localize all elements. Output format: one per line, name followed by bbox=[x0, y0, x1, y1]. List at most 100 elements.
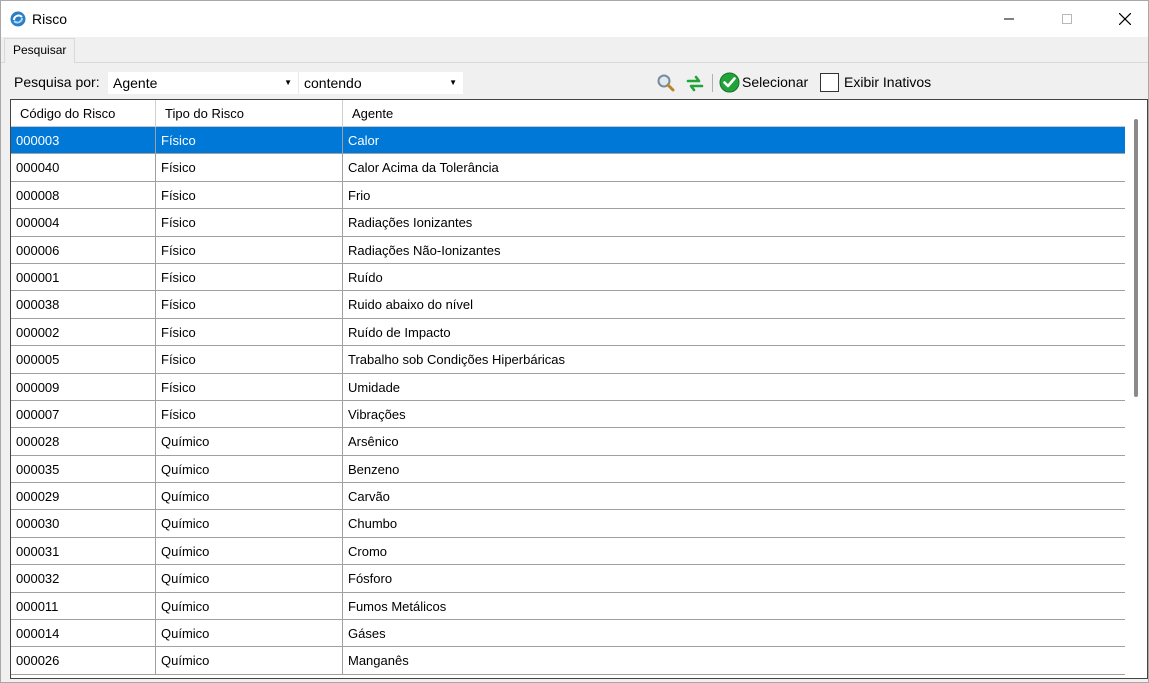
cell-tipo: Químico bbox=[156, 510, 343, 538]
cell-agente: Fósforo bbox=[348, 571, 393, 587]
scrollbar-thumb[interactable] bbox=[1134, 119, 1138, 397]
table-row[interactable]: 000005 Físico Trabalho sob Condições Hiper… bbox=[11, 346, 1125, 374]
cell-agente: Radiações Ionizantes bbox=[348, 215, 473, 231]
cell-codigo: 000002 bbox=[11, 318, 156, 346]
table-row[interactable]: 000032 Químico Fósforo bbox=[11, 565, 1125, 593]
search-by-label: Pesquisa por: bbox=[14, 74, 100, 90]
cell-codigo: 000008 bbox=[11, 181, 156, 209]
minimize-button[interactable] bbox=[986, 1, 1032, 37]
cell-agente: Gáses bbox=[348, 626, 386, 642]
search-operator-dropdown[interactable]: contendo ▼ bbox=[298, 72, 463, 94]
cell-agente: Trabalho sob Condições Hiperbáricas bbox=[348, 352, 566, 368]
cell-codigo: 000004 bbox=[11, 209, 156, 237]
cell-codigo: 000011 bbox=[11, 592, 156, 620]
table-row[interactable]: 000040 Físico Calor Acima da Tolerância bbox=[11, 154, 1125, 182]
cell-agente: Arsênico bbox=[348, 434, 399, 450]
cell-tipo: Químico bbox=[156, 592, 343, 620]
app-swirl-icon bbox=[10, 11, 26, 27]
cell-agente: Chumbo bbox=[348, 516, 398, 532]
vertical-scrollbar[interactable] bbox=[1125, 100, 1147, 678]
cell-codigo: 000035 bbox=[11, 455, 156, 483]
title-bar[interactable]: Risco bbox=[1, 1, 1148, 37]
dropdown-arrow-icon: ▼ bbox=[449, 78, 457, 87]
search-field-value: Agente bbox=[113, 75, 158, 91]
cell-codigo: 000032 bbox=[11, 565, 156, 593]
cell-tipo: Físico bbox=[156, 346, 343, 374]
tab-strip: Pesquisar bbox=[1, 37, 1148, 63]
cell-codigo: 000040 bbox=[11, 154, 156, 182]
maximize-icon bbox=[1062, 14, 1072, 24]
cell-agente: Vibrações bbox=[348, 406, 406, 422]
cell-codigo: 000003 bbox=[11, 127, 156, 154]
search-operator-value: contendo bbox=[304, 75, 362, 91]
table-row[interactable]: 000031 Químico Cromo bbox=[11, 537, 1125, 566]
cell-codigo: 000014 bbox=[11, 620, 156, 648]
cell-agente: Carvão bbox=[348, 489, 390, 505]
dropdown-arrow-icon: ▼ bbox=[284, 78, 292, 87]
table-row[interactable]: 000029 Químico Carvão bbox=[11, 483, 1125, 511]
cell-codigo: 000030 bbox=[11, 510, 156, 538]
cell-agente: Benzeno bbox=[348, 461, 400, 477]
cell-tipo: Físico bbox=[156, 318, 343, 346]
table-row[interactable]: 000035 Químico Benzeno bbox=[11, 455, 1125, 484]
cell-agente: Ruído de Impacto bbox=[348, 324, 451, 340]
table-row[interactable]: 000008 Físico Frio bbox=[11, 181, 1125, 210]
cell-codigo: 000028 bbox=[11, 428, 156, 456]
table-row[interactable]: 000004 Físico Radiações Ionizantes bbox=[11, 209, 1125, 237]
magnifier-icon[interactable] bbox=[656, 73, 676, 93]
cell-tipo: Físico bbox=[156, 127, 343, 154]
close-button[interactable] bbox=[1102, 1, 1148, 37]
cell-agente: Fumos Metálicos bbox=[348, 598, 447, 614]
cell-codigo: 000031 bbox=[11, 537, 156, 565]
column-header-tipo[interactable]: Tipo do Risco bbox=[156, 100, 343, 127]
table-row[interactable]: 000006 Físico Radiações Não-Ionizantes bbox=[11, 236, 1125, 264]
cell-agente: Calor bbox=[348, 133, 380, 148]
table-row[interactable]: 000003 Físico Calor bbox=[11, 127, 1125, 155]
table-row[interactable]: 000014 Químico Gáses bbox=[11, 620, 1125, 648]
maximize-button[interactable] bbox=[1044, 1, 1090, 37]
table-row[interactable]: 000028 Químico Arsênico bbox=[11, 428, 1125, 456]
cell-tipo: Físico bbox=[156, 181, 343, 209]
table-row[interactable]: 000007 Físico Vibrações bbox=[11, 400, 1125, 429]
table-row[interactable]: 000002 Físico Ruído de Impacto bbox=[11, 318, 1125, 347]
risk-grid[interactable]: Código do Risco Tipo do Risco Agente 000… bbox=[10, 99, 1148, 679]
cell-tipo: Físico bbox=[156, 291, 343, 319]
cell-tipo: Químico bbox=[156, 647, 343, 675]
grid-header: Código do Risco Tipo do Risco Agente bbox=[11, 100, 1147, 127]
table-row[interactable]: 000026 Químico Manganês bbox=[11, 647, 1125, 675]
cell-codigo: 000026 bbox=[11, 647, 156, 675]
cell-tipo: Químico bbox=[156, 565, 343, 593]
cell-codigo: 000029 bbox=[11, 483, 156, 511]
cell-tipo: Químico bbox=[156, 620, 343, 648]
cell-codigo: 000009 bbox=[11, 373, 156, 401]
cell-tipo: Químico bbox=[156, 455, 343, 483]
cell-agente: Calor Acima da Tolerância bbox=[348, 160, 499, 176]
show-inactive-label[interactable]: Exibir Inativos bbox=[844, 74, 931, 90]
cell-codigo: 000038 bbox=[11, 291, 156, 319]
cell-tipo: Físico bbox=[156, 400, 343, 428]
show-inactive-checkbox[interactable] bbox=[820, 73, 839, 92]
table-row[interactable]: 000030 Químico Chumbo bbox=[11, 510, 1125, 538]
cell-agente: Radiações Não-Ionizantes bbox=[348, 242, 501, 258]
search-toolbar: Pesquisa por: Agente ▼ contendo ▼ Seleci… bbox=[1, 67, 1148, 99]
tab-pesquisar[interactable]: Pesquisar bbox=[4, 38, 76, 63]
column-header-codigo[interactable]: Código do Risco bbox=[11, 100, 156, 127]
select-button[interactable]: Selecionar bbox=[742, 74, 808, 90]
table-row[interactable]: 000009 Físico Umidade bbox=[11, 373, 1125, 401]
cell-agente: Ruido abaixo do nível bbox=[348, 297, 474, 313]
check-circle-icon[interactable] bbox=[719, 72, 740, 93]
column-header-agente[interactable]: Agente bbox=[343, 100, 1125, 127]
search-field-dropdown[interactable]: Agente ▼ bbox=[108, 72, 298, 94]
cell-tipo: Físico bbox=[156, 236, 343, 264]
cell-tipo: Físico bbox=[156, 263, 343, 291]
cell-agente: Cromo bbox=[348, 543, 388, 559]
cell-codigo: 000007 bbox=[11, 400, 156, 428]
cell-codigo: 000006 bbox=[11, 236, 156, 264]
window-title: Risco bbox=[32, 11, 68, 27]
table-row[interactable]: 000001 Físico Ruído bbox=[11, 263, 1125, 292]
toolbar-separator bbox=[712, 74, 713, 92]
table-row[interactable]: 000011 Químico Fumos Metálicos bbox=[11, 592, 1125, 621]
table-row[interactable]: 000038 Físico Ruido abaixo do nível bbox=[11, 291, 1125, 319]
risco-window: Risco Pesquisar Pesquisa por: Agente ▼ c… bbox=[0, 0, 1149, 683]
refresh-icon[interactable] bbox=[685, 73, 705, 93]
